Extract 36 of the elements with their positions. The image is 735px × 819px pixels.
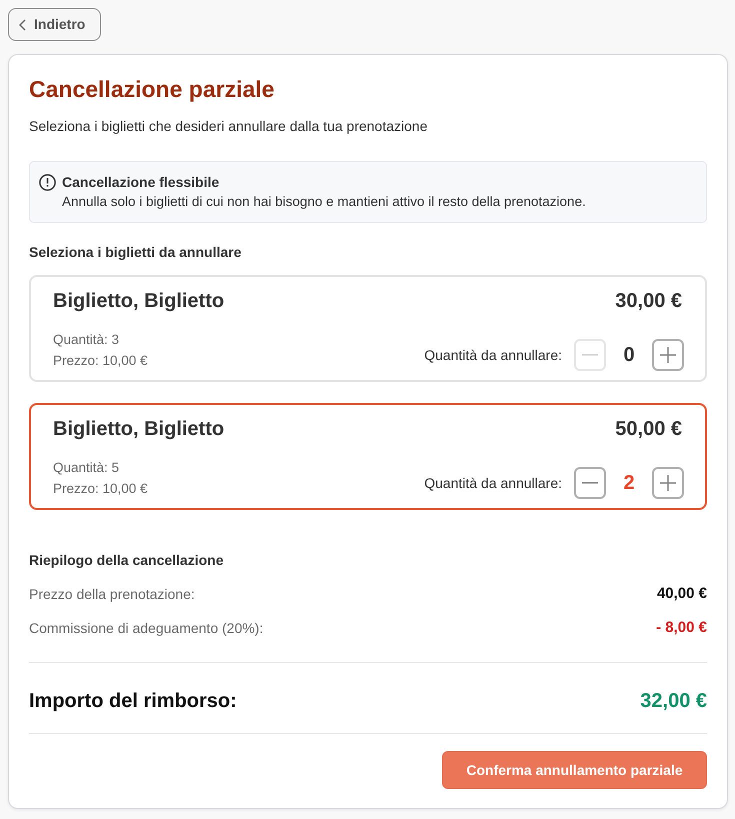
- summary-label: Commissione di adeguamento (20%):: [29, 619, 264, 638]
- decrement-button[interactable]: [574, 467, 606, 499]
- summary-heading: Riepilogo della cancellazione: [29, 551, 224, 570]
- ticket-quantity: Quantità: 3: [53, 331, 120, 349]
- section-heading: Seleziona i biglietti da annullare: [29, 243, 242, 262]
- plus-icon: [660, 347, 676, 363]
- ticket-total: 50,00 €: [615, 417, 682, 442]
- cancel-quantity-value: 0: [623, 343, 635, 368]
- increment-button[interactable]: [652, 467, 684, 499]
- chevron-left-icon: [19, 18, 26, 30]
- increment-button[interactable]: [652, 339, 684, 371]
- ticket-name: Biglietto, Biglietto: [53, 289, 224, 314]
- ticket-price: Prezzo: 10,00 €: [53, 352, 148, 370]
- back-button[interactable]: Indietro: [8, 8, 101, 41]
- ticket-name: Biglietto, Biglietto: [53, 417, 224, 442]
- plus-icon: [660, 475, 676, 491]
- notice-title: Cancellazione flessibile: [62, 173, 220, 192]
- alert-circle-icon: [39, 174, 56, 191]
- summary-value: 40,00 €: [656, 584, 707, 604]
- minus-icon: [582, 354, 598, 356]
- ticket-card[interactable]: Biglietto, Biglietto 30,00 € Quantità: 3 Prezzo: 10,00 € Quantità da annullare: 0: [29, 275, 707, 382]
- ticket-quantity: Quantità: 5: [53, 459, 120, 477]
- notice-text: Annulla solo i biglietti di cui non hai bisogno e mantieni attivo il resto della prenotazione.: [62, 193, 586, 211]
- cancel-quantity-label: Quantità da annullare:: [424, 346, 562, 365]
- cancel-quantity-label: Quantità da annullare:: [424, 474, 562, 493]
- refund-label: Importo del rimborso:: [29, 689, 237, 714]
- minus-icon: [582, 482, 598, 484]
- refund-amount: 32,00 €: [640, 689, 707, 714]
- ticket-total: 30,00 €: [615, 289, 682, 314]
- page-subtitle: Seleziona i biglietti che desideri annullare dalla tua prenotazione: [29, 117, 428, 136]
- ticket-price: Prezzo: 10,00 €: [53, 480, 148, 498]
- cancel-quantity-value: 2: [623, 471, 635, 496]
- ticket-card[interactable]: Biglietto, Biglietto 50,00 € Quantità: 5 Prezzo: 10,00 € Quantità da annullare: 2: [29, 403, 707, 510]
- summary-value: - 8,00 €: [656, 618, 707, 638]
- page-title: Cancellazione parziale: [29, 75, 276, 103]
- summary-label: Prezzo della prenotazione:: [29, 585, 195, 604]
